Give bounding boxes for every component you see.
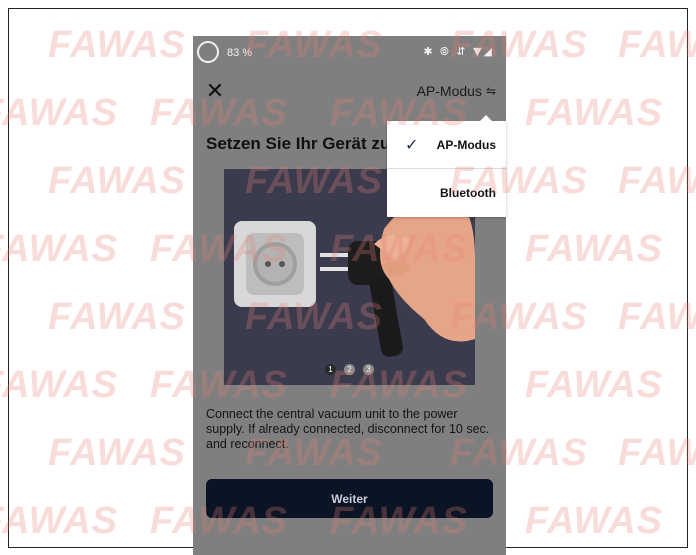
menu-item-ap-mode[interactable]: ✓ AP-Modus: [387, 121, 506, 169]
mode-switch-label: AP-Modus: [416, 83, 482, 99]
battery-level: 83 %: [227, 47, 253, 59]
close-button[interactable]: ✕: [203, 80, 227, 104]
mode-dropdown-menu: ✓ AP-Modus Bluetooth: [387, 115, 506, 217]
swap-arrows-icon: ⇋: [485, 84, 496, 98]
checkmark-icon: ✓: [405, 135, 419, 154]
mode-switch-button[interactable]: AP-Modus ⇋: [417, 83, 496, 99]
menu-item-label: AP-Modus: [436, 137, 496, 152]
menu-item-bluetooth[interactable]: Bluetooth: [387, 169, 506, 217]
next-button[interactable]: Weiter: [206, 479, 493, 518]
instruction-text: Connect the central vacuum unit to the p…: [206, 407, 490, 451]
pagination-dots: 1 2 3: [224, 364, 475, 375]
menu-item-label: Bluetooth: [440, 186, 496, 200]
pagination-dot[interactable]: 1: [325, 364, 336, 375]
battery-ring-icon: [197, 41, 219, 63]
page-title: Setzen Sie Ihr Gerät zu: [206, 134, 391, 153]
pagination-dot[interactable]: 3: [363, 364, 374, 375]
pagination-dot[interactable]: 2: [344, 364, 355, 375]
close-icon: ✕: [205, 79, 225, 104]
status-icons: ✱ ⦾ ⇵ ▼◢: [423, 45, 494, 58]
status-bar: 83 % ✱ ⦾ ⇵ ▼◢: [193, 36, 506, 72]
phone-screen: 83 % ✱ ⦾ ⇵ ▼◢ ✕ AP-Modus ⇋ Setzen Sie Ih…: [193, 36, 506, 555]
